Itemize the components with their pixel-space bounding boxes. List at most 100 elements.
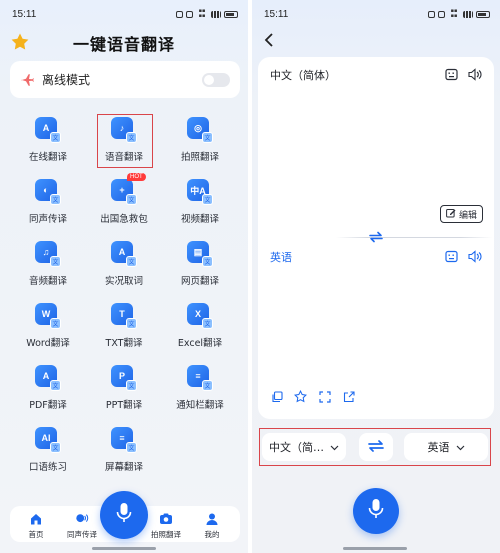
- target-language-selector[interactable]: 英语: [404, 433, 488, 461]
- feature-tile[interactable]: ◐ 文同声传译: [13, 173, 83, 229]
- keyboard-icon[interactable]: [444, 249, 458, 263]
- notification-translate-icon: ≡ 文: [187, 365, 213, 391]
- feature-tile[interactable]: T 文 TXT翻译: [89, 297, 159, 353]
- feature-label: 音频翻译: [28, 276, 67, 287]
- fullscreen-icon[interactable]: [318, 390, 331, 403]
- nav-interpret-label: 同声传译: [67, 530, 97, 539]
- gesture-bar: [92, 547, 156, 550]
- signal-icon: [211, 10, 221, 18]
- feature-tile[interactable]: 中A 文视频翻译: [165, 173, 235, 229]
- translate-overlay-icon: 文: [126, 442, 137, 453]
- status-icons: ▪▪ ▪▪: [176, 9, 238, 19]
- feature-label: 屏幕翻译: [104, 462, 143, 473]
- feature-tile[interactable]: ▤ 文网页翻译: [165, 235, 235, 291]
- feature-label: PPT翻译: [105, 400, 143, 411]
- keyboard-icon[interactable]: [444, 67, 458, 81]
- feature-label: Excel翻译: [177, 338, 223, 349]
- screen-translate-icon: ≡ 文: [111, 427, 137, 453]
- feature-tile[interactable]: A 文 PDF翻译: [13, 359, 83, 415]
- feature-tile[interactable]: A 文实况取词: [89, 235, 159, 291]
- copy-icon[interactable]: [270, 390, 283, 403]
- voice-input-button[interactable]: [353, 488, 399, 534]
- nav-home[interactable]: 首页: [14, 512, 58, 540]
- card-toolbar: [270, 390, 355, 403]
- feature-tile[interactable]: ◎ 文拍照翻译: [165, 111, 235, 167]
- first-aid-kit-icon: + 文 HOT: [111, 173, 146, 205]
- nav-interpret[interactable]: 同声传译: [60, 512, 104, 540]
- excel-translate-icon: X文: [187, 303, 213, 329]
- airplane-icon: [20, 73, 34, 87]
- swap-arrows-icon[interactable]: [368, 229, 384, 245]
- source-language-selector[interactable]: 中文（简…: [262, 433, 346, 461]
- feature-tile[interactable]: + 文 HOT 出国急救包: [89, 173, 159, 229]
- feature-label: 口语练习: [28, 462, 67, 473]
- app-root: 15:11 ▪▪ ▪▪ 一键语音翻译 离线模式 A 文在线翻译 ♪ 文语音翻译 ◎ 文拍照翻…: [0, 0, 500, 553]
- photo-translate-icon: ◎ 文: [187, 117, 213, 143]
- speaker-icon[interactable]: [468, 67, 482, 81]
- feature-tile[interactable]: ≡ 文屏幕翻译: [89, 421, 159, 477]
- feature-label: TXT翻译: [105, 338, 143, 349]
- translate-overlay-icon: 文: [50, 194, 61, 205]
- translate-overlay-icon: 文: [126, 380, 137, 391]
- speaker-icon[interactable]: [468, 249, 482, 263]
- feature-label: 拍照翻译: [180, 152, 219, 163]
- swap-arrows-icon: [367, 438, 385, 457]
- feature-tile[interactable]: P 文 PPT翻译: [89, 359, 159, 415]
- audio-translate-icon: ♫ 文: [35, 241, 61, 267]
- source-language-selector-label: 中文（简…: [269, 441, 324, 454]
- translate-overlay-icon: 文: [202, 194, 213, 205]
- swap-languages-button[interactable]: [359, 433, 393, 461]
- feature-label: 通知栏翻译: [176, 400, 224, 411]
- chevron-down-icon: [330, 441, 339, 454]
- nav-profile[interactable]: 我的: [190, 512, 234, 540]
- status-icons: ▪▪ ▪▪: [428, 9, 490, 19]
- nav-camera[interactable]: 拍照翻译: [144, 512, 188, 540]
- share-icon[interactable]: [342, 390, 355, 403]
- feature-label: 同声传译: [28, 214, 67, 225]
- nav-home-label: 首页: [28, 530, 44, 539]
- page-title: 一键语音翻译: [72, 35, 175, 54]
- offline-mode-toggle[interactable]: [202, 72, 230, 87]
- live-capture-icon: A文: [111, 241, 137, 267]
- bluetooth-icon: [186, 10, 193, 18]
- feature-tile[interactable]: ≡ 文通知栏翻译: [165, 359, 235, 415]
- translate-overlay-icon: 文: [126, 318, 137, 329]
- feature-tile[interactable]: X 文 Excel翻译: [165, 297, 235, 353]
- home-icon: [29, 512, 43, 526]
- feature-tile[interactable]: ♫ 文音频翻译: [13, 235, 83, 291]
- translate-overlay-icon: 文: [50, 380, 61, 391]
- translate-overlay-icon: 文: [202, 256, 213, 267]
- webpage-translate-icon: ▤ 文: [187, 241, 213, 267]
- translate-overlay-icon: 文: [202, 132, 213, 143]
- voice-input-button[interactable]: [100, 491, 148, 539]
- target-language-selector-label: 英语: [427, 441, 450, 454]
- feature-label: 实况取词: [104, 276, 143, 287]
- translate-overlay-icon: 文: [126, 256, 137, 267]
- nav-profile-label: 我的: [204, 530, 220, 539]
- back-arrow-icon[interactable]: [262, 32, 276, 48]
- language-selector-bar: 中文（简… 英语: [259, 428, 491, 466]
- alarm-icon: [176, 10, 183, 18]
- speaking-practice-icon: AI 文: [35, 427, 61, 453]
- feature-tile[interactable]: A 文在线翻译: [13, 111, 83, 167]
- translate-overlay-icon: 文: [202, 380, 213, 391]
- star-icon[interactable]: [294, 390, 307, 403]
- network-speed-icon: ▪▪ ▪▪: [450, 8, 458, 19]
- simultaneous-interpret-icon: ◐ 文: [35, 179, 61, 205]
- gesture-bar: [343, 547, 407, 550]
- status-bar: 15:11 ▪▪ ▪▪: [264, 7, 490, 21]
- feature-tile[interactable]: W 文 Word翻译: [13, 297, 83, 353]
- chevron-down-icon: [456, 441, 465, 454]
- signal-icon: [463, 10, 473, 18]
- word-translate-icon: W文: [35, 303, 61, 329]
- microphone-icon: [115, 502, 133, 528]
- edit-button[interactable]: 编辑: [440, 205, 484, 223]
- camera-icon: [159, 512, 173, 526]
- feature-label: 出国急救包: [100, 214, 148, 225]
- translate-overlay-icon: 文: [50, 442, 61, 453]
- highlight-voice-translate: [97, 114, 153, 168]
- offline-mode-row: 离线模式: [10, 61, 240, 98]
- source-language-label: 中文（简体）: [270, 69, 336, 82]
- pdf-translate-icon: A文: [35, 365, 61, 391]
- feature-tile[interactable]: AI 文口语练习: [13, 421, 83, 477]
